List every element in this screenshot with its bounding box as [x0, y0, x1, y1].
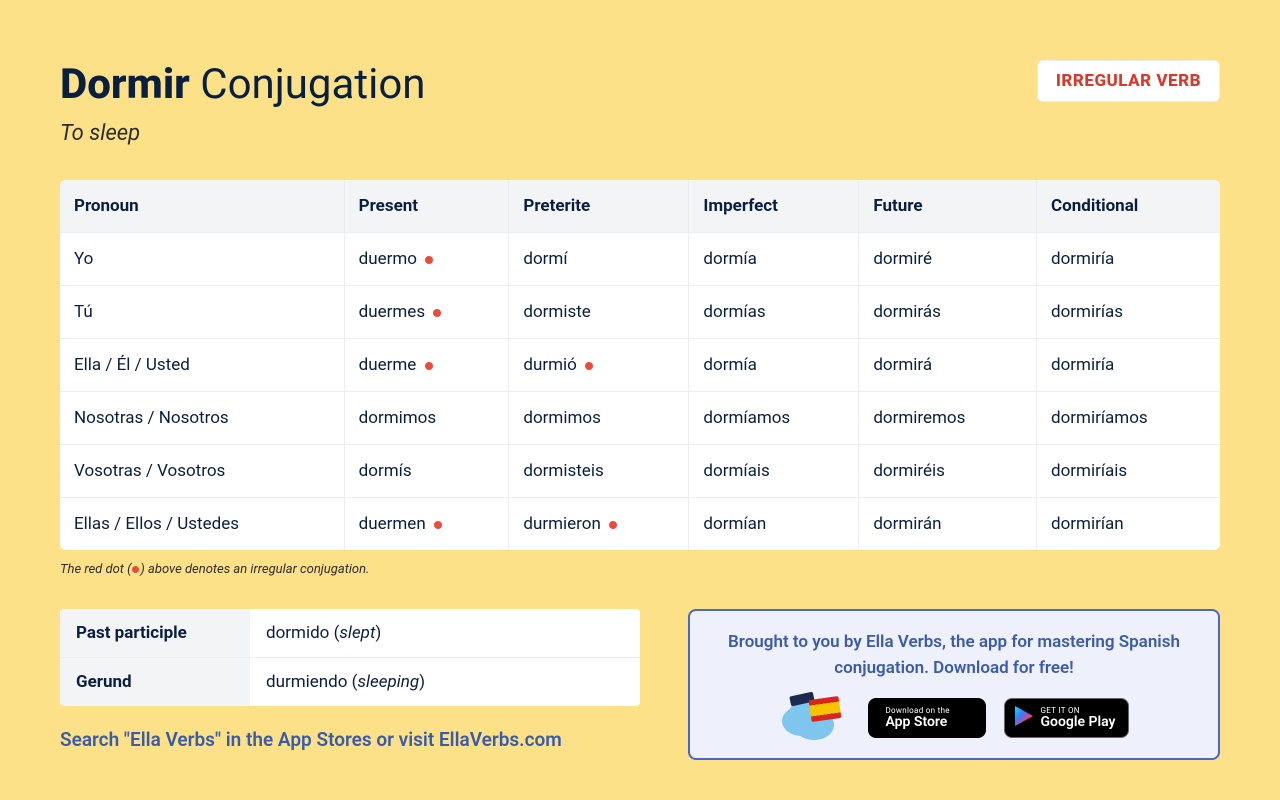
conjugation-cell: dormís: [345, 445, 510, 498]
conjugation-cell: dormirían: [1037, 498, 1220, 550]
column-header: Present: [345, 180, 510, 233]
conjugation-cell: dormía: [689, 339, 859, 392]
conjugation-cell: durmió: [509, 339, 689, 392]
conjugation-cell: dormiste: [509, 286, 689, 339]
pronoun-cell: Yo: [60, 233, 345, 286]
page-title: Dormir Conjugation: [60, 60, 425, 109]
promo-text: Brought to you by Ella Verbs, the app fo…: [718, 629, 1190, 682]
title-suffix: Conjugation: [200, 60, 425, 109]
irregular-badge: IRREGULAR VERB: [1037, 60, 1220, 102]
conjugation-cell: dormirías: [1037, 286, 1220, 339]
ella-verbs-logo-icon: [780, 696, 850, 740]
conjugation-cell: dormisteis: [509, 445, 689, 498]
past-participle-value: dormido (slept): [250, 609, 640, 658]
conjugation-cell: dormiríamos: [1037, 392, 1220, 445]
conjugation-cell: duermen: [345, 498, 510, 550]
conjugation-cell: dormirán: [859, 498, 1037, 550]
conjugation-cell: duermes: [345, 286, 510, 339]
conjugation-cell: dormirás: [859, 286, 1037, 339]
column-header: Pronoun: [60, 180, 345, 233]
conjugation-cell: duermo: [345, 233, 510, 286]
visit-link[interactable]: visit EllaVerbs.com: [399, 728, 562, 751]
table-row: Vosotras / Vosotrosdormísdormisteisdormí…: [60, 445, 1220, 498]
column-header: Conditional: [1037, 180, 1220, 233]
irregular-dot-icon: [585, 362, 593, 370]
google-play-icon: [1015, 706, 1033, 729]
irregular-dot-icon: [434, 521, 442, 529]
irregular-dot-icon: [609, 521, 617, 529]
conjugation-cell: dormirá: [859, 339, 1037, 392]
promo-box: Brought to you by Ella Verbs, the app fo…: [688, 609, 1220, 760]
conjugation-cell: dormíais: [689, 445, 859, 498]
irregular-dot-icon: [433, 309, 441, 317]
search-cta: Search "Ella Verbs" in the App Stores or…: [60, 728, 640, 751]
column-header: Preterite: [509, 180, 689, 233]
conjugation-cell: dormiríais: [1037, 445, 1220, 498]
pronoun-cell: Nosotras / Nosotros: [60, 392, 345, 445]
conjugation-cell: dormiría: [1037, 339, 1220, 392]
conjugation-cell: dormimos: [509, 392, 689, 445]
app-store-badge[interactable]: Download on the App Store: [868, 698, 986, 738]
google-play-badge[interactable]: GET IT ON Google Play: [1004, 698, 1129, 738]
conjugation-cell: dormían: [689, 498, 859, 550]
gerund-value: durmiendo (sleeping): [250, 658, 640, 706]
pronoun-cell: Ella / Él / Usted: [60, 339, 345, 392]
column-header: Future: [859, 180, 1037, 233]
conjugation-cell: dormimos: [345, 392, 510, 445]
column-header: Imperfect: [689, 180, 859, 233]
conjugation-cell: dormiré: [859, 233, 1037, 286]
footnote: The red dot () above denotes an irregula…: [60, 562, 1220, 577]
conjugation-cell: dormiréis: [859, 445, 1037, 498]
conjugation-table: PronounPresentPreteriteImperfectFutureCo…: [60, 180, 1220, 550]
pronoun-cell: Vosotras / Vosotros: [60, 445, 345, 498]
conjugation-cell: dormiremos: [859, 392, 1037, 445]
conjugation-cell: dormiría: [1037, 233, 1220, 286]
conjugation-cell: dormías: [689, 286, 859, 339]
conjugation-cell: dormí: [509, 233, 689, 286]
conjugation-cell: duerme: [345, 339, 510, 392]
past-participle-label: Past participle: [60, 609, 250, 658]
table-row: Nosotras / Nosotrosdormimosdormimosdormí…: [60, 392, 1220, 445]
conjugation-cell: durmieron: [509, 498, 689, 550]
forms-table: Past participle dormido (slept) Gerund d…: [60, 609, 640, 706]
pronoun-cell: Ellas / Ellos / Ustedes: [60, 498, 345, 550]
table-row: Túduermes dormistedormíasdormirásdormirí…: [60, 286, 1220, 339]
verb-name: Dormir: [60, 60, 190, 109]
conjugation-cell: dormíamos: [689, 392, 859, 445]
verb-translation: To sleep: [60, 121, 425, 146]
table-row: Yoduermo dormídormíadormirédormiría: [60, 233, 1220, 286]
irregular-dot-icon: [425, 256, 433, 264]
pronoun-cell: Tú: [60, 286, 345, 339]
irregular-dot-icon: [425, 362, 433, 370]
gerund-label: Gerund: [60, 658, 250, 706]
table-row: Ella / Él / Ustedduerme durmió dormíador…: [60, 339, 1220, 392]
irregular-dot-icon: [132, 566, 139, 573]
conjugation-cell: dormía: [689, 233, 859, 286]
table-row: Ellas / Ellos / Ustedesduermen durmieron…: [60, 498, 1220, 550]
